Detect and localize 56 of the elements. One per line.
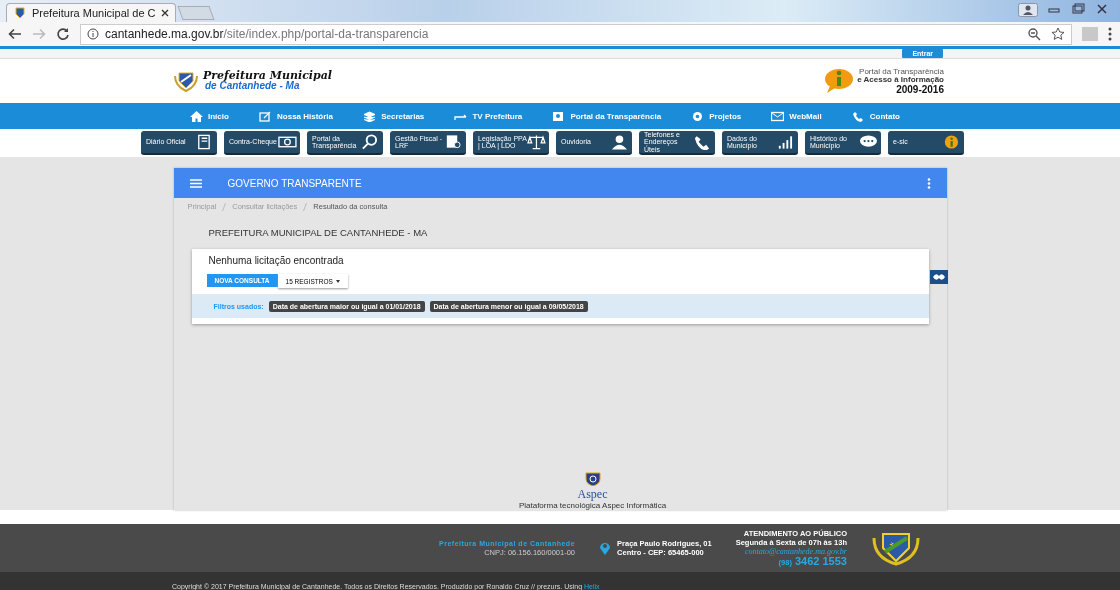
crest-icon (871, 530, 921, 566)
banknote-icon (278, 134, 297, 150)
nav-link[interactable]: Contato (851, 110, 900, 122)
location-pin-icon (599, 541, 612, 555)
slash-icon (303, 202, 308, 211)
nav-link[interactable]: WebMail (771, 110, 822, 122)
crest-icon (173, 70, 199, 92)
info-icon (824, 68, 855, 94)
portal-title: Portal da Transparência (859, 67, 944, 76)
portal-subtitle: e Acesso à Informação (857, 75, 944, 84)
logo-subtitle: de Cantanhede - Ma (205, 81, 300, 91)
restore-icon[interactable] (1070, 3, 1086, 15)
phone-icon (693, 134, 712, 150)
nav-link[interactable]: Portal da Transparência (552, 110, 662, 122)
star-icon[interactable] (1051, 27, 1065, 41)
info-icon (942, 134, 961, 150)
result-message: Nenhuma licitação encontrada (207, 255, 345, 266)
nav-link[interactable]: Projetos (691, 110, 742, 122)
menu-icon[interactable] (1108, 27, 1112, 41)
logo-title: Prefeitura Municipal (203, 71, 333, 81)
person-icon (610, 134, 629, 150)
footer-email-link[interactable]: contato@cantanhede.ma.gov.br (744, 546, 847, 556)
bar-chart-icon (776, 134, 795, 150)
speech-bubble-icon (859, 134, 878, 150)
nav-link[interactable]: Secretarias (363, 110, 425, 122)
page-heading: PREFEITURA MUNICIPAL DE CANTANHEDE - MA (207, 226, 429, 240)
portal-years: 2009-2016 (896, 83, 944, 95)
reload-icon[interactable] (56, 27, 70, 41)
zoom-icon[interactable] (1027, 27, 1041, 41)
crest-icon (13, 7, 27, 19)
address-bar[interactable]: cantanhede.ma.gov.br/site/index.php/portal-da-transparencia (80, 23, 1072, 45)
magnifier-icon (361, 134, 380, 150)
shield-icon (584, 472, 601, 486)
home-icon (190, 110, 203, 122)
app-title: GOVERNO TRANSPARENTE (227, 177, 362, 189)
id-card-icon (552, 110, 566, 122)
aspec-logo: Aspec (577, 488, 608, 500)
nav-link[interactable]: Início (190, 110, 229, 122)
nav-link[interactable]: TV Prefeitura (454, 110, 523, 122)
layers-icon (363, 110, 377, 122)
info-icon (87, 28, 99, 40)
more-options-icon[interactable] (926, 177, 931, 189)
browser-tab[interactable]: Prefeitura Municipal de C (6, 3, 176, 22)
platform-caption: Plataforma tecnológica Aspec Informática (518, 502, 667, 510)
document-icon (444, 134, 463, 150)
pencil-icon (259, 110, 272, 122)
back-icon[interactable] (8, 28, 22, 40)
close-icon[interactable] (1094, 3, 1110, 15)
nav-link[interactable]: Nossa História (259, 110, 334, 122)
phone-icon (851, 110, 865, 122)
user-icon[interactable] (1018, 3, 1038, 17)
slash-icon (222, 202, 227, 211)
envelope-icon (771, 110, 785, 122)
scales-icon (527, 134, 546, 150)
caret-icon (335, 279, 340, 283)
close-icon[interactable] (161, 9, 169, 17)
